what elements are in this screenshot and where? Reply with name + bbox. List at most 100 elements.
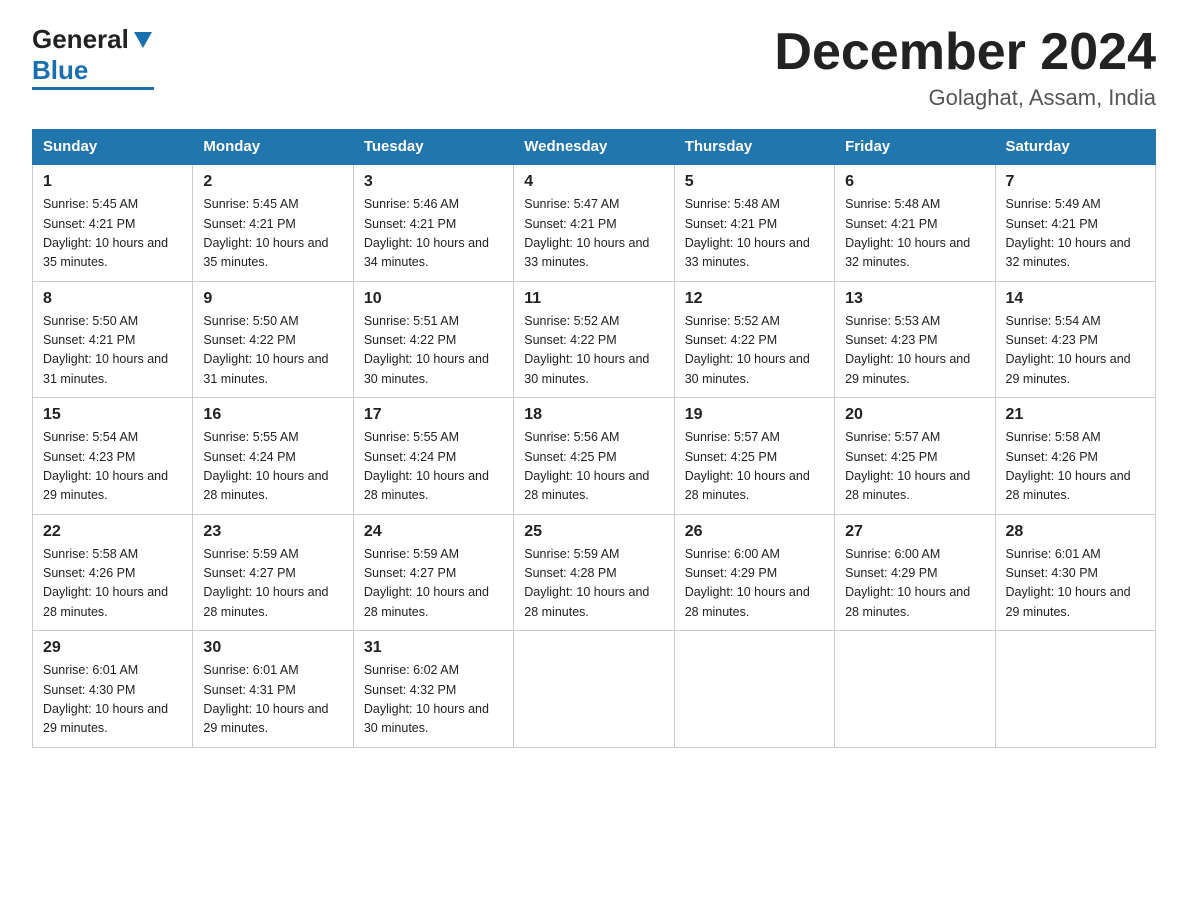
day-number: 17	[364, 406, 503, 424]
day-info: Sunrise: 6:01 AM Sunset: 4:30 PM Dayligh…	[1006, 545, 1145, 623]
day-number: 26	[685, 523, 824, 541]
table-row: 15 Sunrise: 5:54 AM Sunset: 4:23 PM Dayl…	[33, 398, 193, 515]
daylight-label: Daylight: 10 hours and 28 minutes.	[1006, 469, 1131, 502]
table-row: 12 Sunrise: 5:52 AM Sunset: 4:22 PM Dayl…	[674, 281, 834, 398]
sunrise-label: Sunrise: 5:50 AM	[203, 314, 298, 328]
day-info: Sunrise: 5:59 AM Sunset: 4:27 PM Dayligh…	[364, 545, 503, 623]
day-info: Sunrise: 5:50 AM Sunset: 4:21 PM Dayligh…	[43, 312, 182, 390]
sunset-label: Sunset: 4:22 PM	[685, 333, 777, 347]
sunrise-label: Sunrise: 6:01 AM	[43, 663, 138, 677]
day-number: 3	[364, 173, 503, 191]
page-header: General Blue December 2024 Golaghat, Ass…	[32, 24, 1156, 111]
table-row: 31 Sunrise: 6:02 AM Sunset: 4:32 PM Dayl…	[353, 631, 513, 748]
day-number: 9	[203, 290, 342, 308]
logo-general-text: General	[32, 24, 129, 55]
sunrise-label: Sunrise: 5:47 AM	[524, 197, 619, 211]
sunset-label: Sunset: 4:24 PM	[364, 450, 456, 464]
day-info: Sunrise: 5:52 AM Sunset: 4:22 PM Dayligh…	[524, 312, 663, 390]
day-number: 18	[524, 406, 663, 424]
sunset-label: Sunset: 4:29 PM	[845, 566, 937, 580]
logo-icon	[132, 28, 154, 50]
sunrise-label: Sunrise: 5:45 AM	[203, 197, 298, 211]
day-number: 11	[524, 290, 663, 308]
table-row: 6 Sunrise: 5:48 AM Sunset: 4:21 PM Dayli…	[835, 164, 995, 281]
sunset-label: Sunset: 4:27 PM	[203, 566, 295, 580]
day-number: 14	[1006, 290, 1145, 308]
day-number: 28	[1006, 523, 1145, 541]
sunset-label: Sunset: 4:21 PM	[685, 217, 777, 231]
day-number: 21	[1006, 406, 1145, 424]
table-row: 17 Sunrise: 5:55 AM Sunset: 4:24 PM Dayl…	[353, 398, 513, 515]
day-number: 25	[524, 523, 663, 541]
day-info: Sunrise: 5:57 AM Sunset: 4:25 PM Dayligh…	[685, 428, 824, 506]
day-info: Sunrise: 5:46 AM Sunset: 4:21 PM Dayligh…	[364, 195, 503, 273]
day-number: 30	[203, 639, 342, 657]
sunrise-label: Sunrise: 5:59 AM	[524, 547, 619, 561]
table-row: 8 Sunrise: 5:50 AM Sunset: 4:21 PM Dayli…	[33, 281, 193, 398]
col-thursday: Thursday	[674, 130, 834, 165]
daylight-label: Daylight: 10 hours and 30 minutes.	[364, 702, 489, 735]
table-row: 10 Sunrise: 5:51 AM Sunset: 4:22 PM Dayl…	[353, 281, 513, 398]
day-number: 23	[203, 523, 342, 541]
logo-underline	[32, 87, 154, 90]
daylight-label: Daylight: 10 hours and 35 minutes.	[203, 236, 328, 269]
sunrise-label: Sunrise: 5:58 AM	[43, 547, 138, 561]
day-number: 13	[845, 290, 984, 308]
col-monday: Monday	[193, 130, 353, 165]
day-info: Sunrise: 5:49 AM Sunset: 4:21 PM Dayligh…	[1006, 195, 1145, 273]
table-row: 21 Sunrise: 5:58 AM Sunset: 4:26 PM Dayl…	[995, 398, 1155, 515]
daylight-label: Daylight: 10 hours and 35 minutes.	[43, 236, 168, 269]
day-info: Sunrise: 5:53 AM Sunset: 4:23 PM Dayligh…	[845, 312, 984, 390]
table-row: 4 Sunrise: 5:47 AM Sunset: 4:21 PM Dayli…	[514, 164, 674, 281]
sunrise-label: Sunrise: 5:57 AM	[845, 430, 940, 444]
sunrise-label: Sunrise: 5:55 AM	[203, 430, 298, 444]
table-row: 27 Sunrise: 6:00 AM Sunset: 4:29 PM Dayl…	[835, 514, 995, 631]
day-number: 27	[845, 523, 984, 541]
daylight-label: Daylight: 10 hours and 28 minutes.	[845, 469, 970, 502]
day-info: Sunrise: 6:01 AM Sunset: 4:31 PM Dayligh…	[203, 661, 342, 739]
sunrise-label: Sunrise: 5:59 AM	[203, 547, 298, 561]
daylight-label: Daylight: 10 hours and 33 minutes.	[685, 236, 810, 269]
table-row: 1 Sunrise: 5:45 AM Sunset: 4:21 PM Dayli…	[33, 164, 193, 281]
day-number: 5	[685, 173, 824, 191]
daylight-label: Daylight: 10 hours and 29 minutes.	[203, 702, 328, 735]
col-tuesday: Tuesday	[353, 130, 513, 165]
table-row: 16 Sunrise: 5:55 AM Sunset: 4:24 PM Dayl…	[193, 398, 353, 515]
daylight-label: Daylight: 10 hours and 33 minutes.	[524, 236, 649, 269]
sunset-label: Sunset: 4:25 PM	[845, 450, 937, 464]
daylight-label: Daylight: 10 hours and 32 minutes.	[845, 236, 970, 269]
sunset-label: Sunset: 4:24 PM	[203, 450, 295, 464]
sunrise-label: Sunrise: 5:52 AM	[685, 314, 780, 328]
sunset-label: Sunset: 4:30 PM	[1006, 566, 1098, 580]
day-number: 6	[845, 173, 984, 191]
table-row: 7 Sunrise: 5:49 AM Sunset: 4:21 PM Dayli…	[995, 164, 1155, 281]
sunset-label: Sunset: 4:21 PM	[845, 217, 937, 231]
day-number: 29	[43, 639, 182, 657]
table-row: 23 Sunrise: 5:59 AM Sunset: 4:27 PM Dayl…	[193, 514, 353, 631]
sunset-label: Sunset: 4:32 PM	[364, 683, 456, 697]
day-info: Sunrise: 5:50 AM Sunset: 4:22 PM Dayligh…	[203, 312, 342, 390]
calendar-week-row: 29 Sunrise: 6:01 AM Sunset: 4:30 PM Dayl…	[33, 631, 1156, 748]
sunset-label: Sunset: 4:25 PM	[524, 450, 616, 464]
sunrise-label: Sunrise: 5:49 AM	[1006, 197, 1101, 211]
calendar-week-row: 8 Sunrise: 5:50 AM Sunset: 4:21 PM Dayli…	[33, 281, 1156, 398]
table-row: 25 Sunrise: 5:59 AM Sunset: 4:28 PM Dayl…	[514, 514, 674, 631]
sunset-label: Sunset: 4:26 PM	[43, 566, 135, 580]
day-info: Sunrise: 5:55 AM Sunset: 4:24 PM Dayligh…	[364, 428, 503, 506]
daylight-label: Daylight: 10 hours and 29 minutes.	[43, 702, 168, 735]
day-number: 24	[364, 523, 503, 541]
sunset-label: Sunset: 4:31 PM	[203, 683, 295, 697]
day-number: 10	[364, 290, 503, 308]
sunrise-label: Sunrise: 5:50 AM	[43, 314, 138, 328]
sunset-label: Sunset: 4:21 PM	[364, 217, 456, 231]
sunrise-label: Sunrise: 5:58 AM	[1006, 430, 1101, 444]
daylight-label: Daylight: 10 hours and 29 minutes.	[1006, 585, 1131, 618]
daylight-label: Daylight: 10 hours and 28 minutes.	[203, 469, 328, 502]
sunset-label: Sunset: 4:26 PM	[1006, 450, 1098, 464]
sunset-label: Sunset: 4:22 PM	[364, 333, 456, 347]
daylight-label: Daylight: 10 hours and 28 minutes.	[845, 585, 970, 618]
sunrise-label: Sunrise: 5:51 AM	[364, 314, 459, 328]
daylight-label: Daylight: 10 hours and 28 minutes.	[524, 585, 649, 618]
day-info: Sunrise: 5:45 AM Sunset: 4:21 PM Dayligh…	[43, 195, 182, 273]
table-row	[835, 631, 995, 748]
